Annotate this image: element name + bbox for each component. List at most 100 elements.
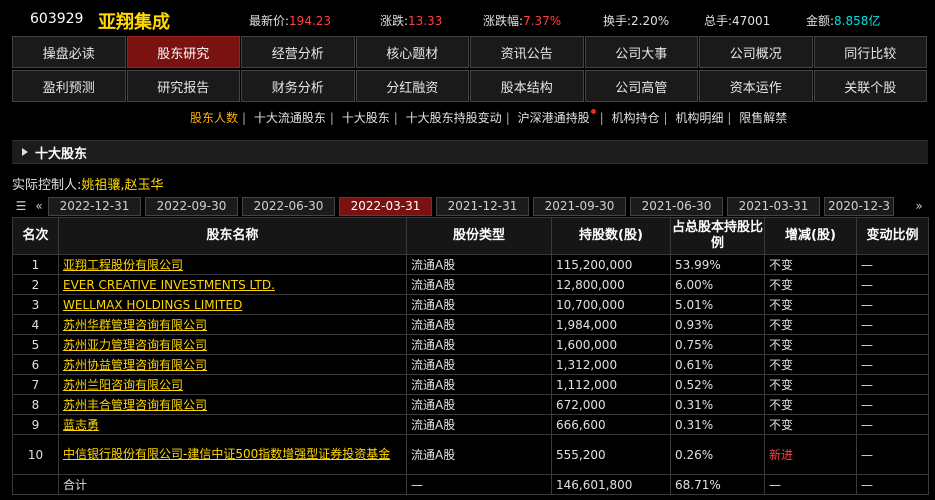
cell-delta: — — [764, 474, 857, 495]
cell-holder-name[interactable]: EVER CREATIVE INVESTMENTS LTD. — [58, 274, 407, 295]
cell-ratio: 68.71% — [670, 474, 765, 495]
col-holding-ratio[interactable]: 占总股本持股比例 — [670, 217, 765, 255]
cell-share-type: 流通A股 — [406, 354, 552, 375]
date-tab[interactable]: 2021-03-31 — [727, 196, 820, 216]
nav-executives[interactable]: 公司高管 — [584, 70, 698, 102]
sublink-institution-details[interactable]: 机构明细 — [675, 111, 723, 125]
cell-holder-name[interactable]: WELLMAX HOLDINGS LIMITED — [58, 294, 407, 315]
report-date-tabs: ☰ « 2022-12-31 2022-09-30 2022-06-30 202… — [12, 196, 928, 216]
cell-rank: 2 — [12, 274, 59, 295]
list-icon[interactable]: ☰ — [12, 197, 30, 215]
cell-share-type: 流通A股 — [406, 254, 552, 275]
nav-peer-comparison[interactable]: 同行比较 — [813, 36, 927, 68]
cell-ratio: 0.75% — [670, 334, 765, 355]
sublink-top10-changes[interactable]: 十大股东持股变动 — [406, 111, 502, 125]
col-share-type[interactable]: 股份类型 — [406, 217, 552, 255]
cell-ratio: 0.31% — [670, 414, 765, 435]
nav-research-reports[interactable]: 研究报告 — [126, 70, 240, 102]
total-volume: 总手:47001 — [704, 14, 771, 28]
col-holder-name[interactable]: 股东名称 — [58, 217, 407, 255]
col-delta[interactable]: 增减(股) — [764, 217, 857, 255]
cell-ratio: 53.99% — [670, 254, 765, 275]
section-header[interactable]: 十大股东 — [12, 140, 928, 164]
section-title: 十大股东 — [35, 146, 88, 162]
cell-delta: 不变 — [764, 274, 857, 295]
nav-earnings-forecast[interactable]: 盈利预测 — [12, 70, 126, 102]
table-row: 4 苏州华群管理咨询有限公司 流通A股 1,984,000 0.93% 不变 — — [12, 314, 929, 335]
nav-financial-analysis[interactable]: 财务分析 — [241, 70, 355, 102]
date-tab-selected[interactable]: 2022-03-31 — [339, 196, 432, 216]
expand-triangle-icon — [22, 148, 28, 156]
cell-delta: 不变 — [764, 414, 857, 435]
cell-holder-name[interactable]: 蓝志勇 — [58, 414, 407, 435]
nav-row-2: 盈利预测 研究报告 财务分析 分红融资 股本结构 公司高管 资本运作 关联个股 — [12, 70, 928, 102]
sublink-stock-connect[interactable]: 沪深港通持股 — [518, 109, 596, 125]
cell-shares: 1,600,000 — [551, 334, 671, 355]
cell-shares: 555,200 — [551, 434, 671, 475]
table-row: 8 苏州丰合管理咨询有限公司 流通A股 672,000 0.31% 不变 — — [12, 394, 929, 415]
cell-change: — — [856, 254, 929, 275]
cell-ratio: 0.31% — [670, 394, 765, 415]
cell-ratio: 0.93% — [670, 314, 765, 335]
date-tab-strip: 2022-12-31 2022-09-30 2022-06-30 2022-03… — [48, 196, 910, 216]
nav-company-profile[interactable]: 公司概况 — [699, 36, 813, 68]
nav-business-analysis[interactable]: 经营分析 — [241, 36, 355, 68]
cell-rank: 8 — [12, 394, 59, 415]
nav-row-1: 操盘必读 股东研究 经营分析 核心题材 资讯公告 公司大事 公司概况 同行比较 — [12, 36, 928, 68]
nav-share-structure[interactable]: 股本结构 — [470, 70, 584, 102]
nav-shareholder-research[interactable]: 股东研究 — [126, 36, 240, 68]
cell-ratio: 0.52% — [670, 374, 765, 395]
double-left-arrow-icon[interactable]: « — [30, 197, 48, 215]
turnover-amount: 金额:8.858亿 — [806, 14, 881, 28]
cell-change: — — [856, 434, 929, 475]
nav-dividends-financing[interactable]: 分红融资 — [355, 70, 469, 102]
cell-share-type: 流通A股 — [406, 374, 552, 395]
date-tab[interactable]: 2021-09-30 — [533, 196, 626, 216]
table-total-row: 合计 — 146,601,800 68.71% — — — [12, 474, 929, 495]
date-tab[interactable]: 2021-12-31 — [436, 196, 529, 216]
cell-holder-name[interactable]: 苏州华群管理咨询有限公司 — [58, 314, 407, 335]
date-tab[interactable]: 2021-06-30 — [630, 196, 723, 216]
cell-holder-name[interactable]: 苏州丰合管理咨询有限公司 — [58, 394, 407, 415]
col-shares-held[interactable]: 持股数(股) — [551, 217, 671, 255]
cell-holder-name[interactable]: 苏州兰阳咨询有限公司 — [58, 374, 407, 395]
top10-shareholders-table: 名次 股东名称 股份类型 持股数(股) 占总股本持股比例 增减(股) 变动比例 … — [12, 217, 929, 495]
cell-holder-name[interactable]: 苏州协益管理咨询有限公司 — [58, 354, 407, 375]
cell-change: — — [856, 274, 929, 295]
cell-delta: 不变 — [764, 334, 857, 355]
cell-change: — — [856, 314, 929, 335]
cell-share-type: 流通A股 — [406, 334, 552, 355]
nav-operation-guide[interactable]: 操盘必读 — [12, 36, 126, 68]
sublink-top10-float-holders[interactable]: 十大流通股东 — [254, 111, 326, 125]
date-tab[interactable]: 2022-09-30 — [145, 196, 238, 216]
cell-holder-name[interactable]: 中信银行股份有限公司-建信中证500指数增强型证券投资基金 — [58, 434, 407, 475]
cell-change: — — [856, 474, 929, 495]
double-right-arrow-icon[interactable]: » — [910, 197, 928, 215]
cell-rank: 1 — [12, 254, 59, 275]
new-dot-icon — [590, 109, 596, 114]
table-row: 2 EVER CREATIVE INVESTMENTS LTD. 流通A股 12… — [12, 274, 929, 295]
table-row: 5 苏州亚力管理咨询有限公司 流通A股 1,600,000 0.75% 不变 — — [12, 334, 929, 355]
cell-shares: 672,000 — [551, 394, 671, 415]
date-tab[interactable]: 2022-12-31 — [48, 196, 141, 216]
date-tab[interactable]: 2020-12-3 — [824, 196, 894, 216]
sublink-lockup-release[interactable]: 限售解禁 — [739, 111, 787, 125]
date-tab[interactable]: 2022-06-30 — [242, 196, 335, 216]
nav-core-themes[interactable]: 核心题材 — [355, 36, 469, 68]
sublink-top10-holders[interactable]: 十大股东 — [342, 111, 390, 125]
nav-related-stocks[interactable]: 关联个股 — [813, 70, 927, 102]
main-nav: 操盘必读 股东研究 经营分析 核心题材 资讯公告 公司大事 公司概况 同行比较 … — [12, 36, 928, 104]
cell-holder-name[interactable]: 苏州亚力管理咨询有限公司 — [58, 334, 407, 355]
col-change-ratio[interactable]: 变动比例 — [856, 217, 929, 255]
nav-news-announcements[interactable]: 资讯公告 — [470, 36, 584, 68]
sublink-shareholder-count[interactable]: 股东人数 — [190, 111, 238, 125]
nav-capital-operations[interactable]: 资本运作 — [699, 70, 813, 102]
nav-company-events[interactable]: 公司大事 — [584, 36, 698, 68]
sublink-institution-holdings[interactable]: 机构持仓 — [611, 111, 659, 125]
col-rank[interactable]: 名次 — [12, 217, 59, 255]
table-row: 7 苏州兰阳咨询有限公司 流通A股 1,112,000 0.52% 不变 — — [12, 374, 929, 395]
cell-total-label: 合计 — [58, 474, 407, 495]
cell-holder-name[interactable]: 亚翔工程股份有限公司 — [58, 254, 407, 275]
cell-delta: 不变 — [764, 394, 857, 415]
quote-bar: 603929 亚翔集成 最新价:194.23 涨跌:13.33 涨跌幅:7.37… — [0, 0, 935, 38]
